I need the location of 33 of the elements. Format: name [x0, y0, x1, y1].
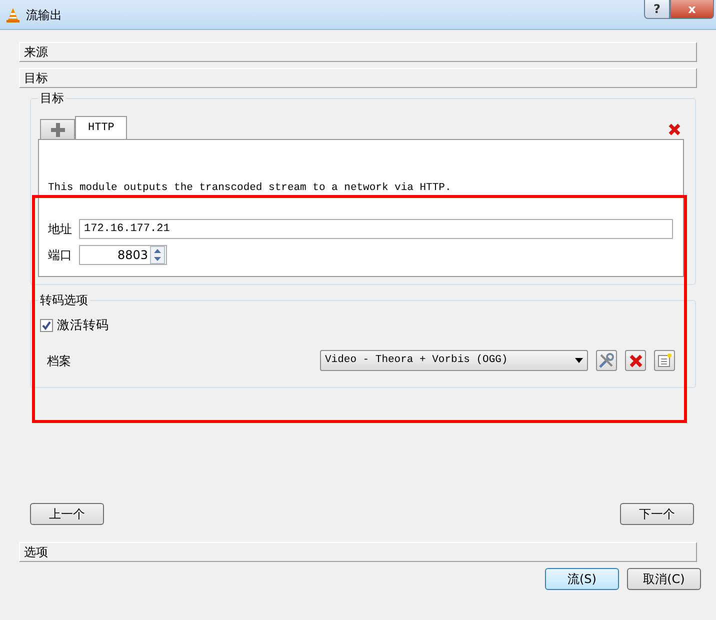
checkbox-label: 激活转码: [57, 316, 109, 334]
field-label: 端口: [48, 246, 73, 264]
cancel-button[interactable]: 取消(C): [627, 568, 701, 590]
module-description: This module outputs the transcoded stream to a network via HTTP.: [48, 181, 452, 196]
section-header[interactable]: 来源: [19, 42, 697, 62]
nav-button[interactable]: 下一个: [620, 503, 694, 525]
close-icon[interactable]: [668, 123, 681, 136]
profile-label: 档案: [47, 352, 71, 370]
traffic-cone-icon: [6, 6, 20, 22]
spin-field[interactable]: 8803: [79, 244, 167, 265]
stream-button[interactable]: 流(S): [545, 568, 619, 590]
window-title: 流输出: [26, 6, 62, 24]
group-title: 目标: [38, 91, 66, 105]
close-icon: [628, 354, 642, 368]
tools-icon: [598, 352, 615, 369]
checkbox[interactable]: [40, 318, 53, 332]
delete-button[interactable]: [625, 350, 646, 371]
nav-button[interactable]: 上一个: [30, 503, 104, 525]
new-profile-button[interactable]: [654, 350, 675, 371]
group-title: 转码选项: [38, 293, 90, 307]
tools-button[interactable]: [596, 350, 617, 371]
add-tab-button[interactable]: [40, 119, 75, 139]
plus-icon: [50, 122, 64, 136]
section-header[interactable]: 目标: [19, 68, 697, 88]
input-field[interactable]: 172.16.177.21: [79, 218, 673, 239]
tab[interactable]: HTTP: [75, 116, 128, 139]
document-icon: [657, 353, 672, 368]
help-button[interactable]: ?: [644, 0, 670, 19]
field-label: 地址: [48, 220, 73, 238]
spin-arrows-icon[interactable]: [150, 246, 165, 264]
profile-dropdown[interactable]: Video - Theora + Vorbis (OGG): [320, 350, 588, 371]
section-header[interactable]: 选项: [19, 542, 697, 562]
dropdown-caret-icon: [575, 358, 583, 363]
